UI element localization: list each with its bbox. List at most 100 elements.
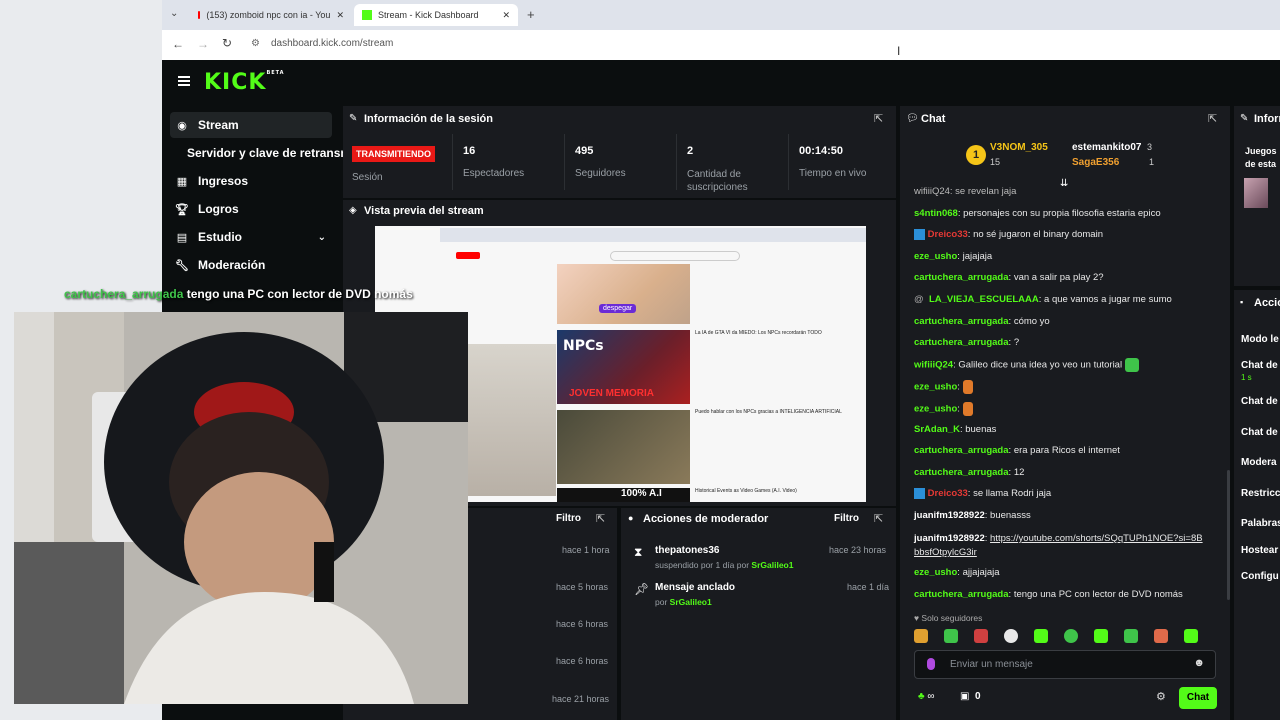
mod-by-user[interactable]: SrGalileo1	[751, 560, 793, 570]
chat-username[interactable]: cartuchera_arrugada	[914, 589, 1009, 600]
popout-icon[interactable]: ⇱	[874, 112, 883, 125]
chat-scrollbar[interactable]	[1227, 470, 1230, 600]
chat-input[interactable]: Enviar un mensaje ☻	[914, 650, 1216, 679]
gift-count-value: 0	[975, 691, 981, 702]
chat-message: cartuchera_arrugada: era para Ricos el i…	[914, 445, 1120, 456]
chat-input-placeholder: Enviar un mensaje	[950, 659, 1033, 670]
mod-action-user[interactable]: thepatones36	[655, 545, 719, 556]
reload-icon[interactable]: ↻	[222, 36, 232, 50]
emote-icon[interactable]	[1064, 629, 1078, 643]
sidebar-item-label: Moderación	[198, 258, 266, 272]
sidebar-item-label: Stream	[198, 118, 239, 132]
chat-username[interactable]: eze_usho	[914, 567, 957, 578]
forward-icon[interactable]: →	[197, 37, 209, 51]
emoji-icon[interactable]: ☻	[1193, 657, 1205, 669]
chat-username[interactable]: Dreico33	[928, 488, 968, 499]
mod-filter-button[interactable]: Filtro	[834, 513, 859, 524]
emote-icon[interactable]	[1094, 629, 1108, 643]
popout-icon[interactable]: ⇱	[1208, 112, 1217, 125]
sidebar-item-achievements[interactable]: 🏆︎ Logros	[170, 196, 332, 222]
viewers-label: Espectadores	[463, 168, 525, 179]
chat-username[interactable]: juanifm1928922	[914, 533, 985, 544]
emote-icon[interactable]	[1154, 629, 1168, 643]
chat-username[interactable]: Dreico33	[928, 229, 968, 240]
chat-message: Dreico33: se llama Rodri jaja	[914, 488, 1051, 499]
tab-list-chevron-icon[interactable]: ⌄	[170, 8, 178, 19]
site-info-icon[interactable]: ⚙	[251, 38, 260, 49]
microphone-icon[interactable]	[927, 658, 935, 670]
action-item[interactable]: Chat de	[1241, 396, 1278, 407]
video-title-3: Historical Events as Video Games (A.I. V…	[695, 488, 797, 494]
chat-username[interactable]: cartuchera_arrugada	[914, 467, 1009, 478]
chat-text: ?	[1013, 337, 1020, 348]
subscriber-badge-icon	[914, 229, 925, 240]
chat-username[interactable]: eze_usho	[914, 404, 957, 415]
close-icon[interactable]: ✕	[496, 10, 510, 21]
sidebar-item-moderation[interactable]: 🔧︎ Moderación	[170, 252, 332, 278]
infinity-points[interactable]: ♣ ∞	[918, 691, 934, 702]
chat-username[interactable]: eze_usho	[914, 251, 957, 262]
mod-by-user[interactable]: SrGalileo1	[670, 597, 712, 607]
sidebar-item-studio[interactable]: ▤ Estudio ⌄	[170, 224, 332, 250]
expand-icon[interactable]: ⇊	[1060, 178, 1068, 189]
emote-icon[interactable]	[914, 629, 928, 643]
emote-icon	[962, 380, 973, 394]
chat-username[interactable]: cartuchera_arrugada	[914, 272, 1009, 283]
chat-username[interactable]: cartuchera_arrugada	[914, 445, 1009, 456]
popout-icon[interactable]: ⇱	[874, 512, 883, 525]
chat-username[interactable]: LA_VIEJA_ESCUELAAA	[929, 294, 1039, 305]
menu-icon[interactable]	[178, 76, 190, 86]
chat-username[interactable]: wifiiiQ24	[914, 360, 953, 371]
game-cover[interactable]	[1244, 178, 1268, 208]
beta-label: BETA	[266, 70, 285, 76]
popout-icon[interactable]: ⇱	[596, 512, 605, 525]
url-field[interactable]: dashboard.kick.com/stream	[271, 38, 393, 49]
send-chat-button[interactable]: Chat	[1179, 687, 1217, 709]
gift-count[interactable]: ▣ 0	[960, 691, 981, 702]
action-item[interactable]: Palabras	[1241, 518, 1280, 529]
tab-youtube[interactable]: (153) zomboid npc con ia - You ✕	[190, 4, 352, 26]
action-item[interactable]: Restricc	[1241, 488, 1280, 499]
stream-preview-title: Vista previa del stream	[364, 205, 484, 217]
live-time-value: 00:14:50	[799, 145, 844, 157]
emote-icon[interactable]	[1004, 629, 1018, 643]
chat-username[interactable]: eze_usho	[914, 382, 957, 393]
action-item[interactable]: Configu	[1241, 571, 1279, 582]
gifter-name[interactable]: estemankito07	[1072, 142, 1141, 153]
close-icon[interactable]: ✕	[330, 10, 344, 21]
emote-icon[interactable]	[1034, 629, 1048, 643]
emote-icon[interactable]	[944, 629, 958, 643]
chat-message: s4ntin068: personajes con su propia filo…	[914, 208, 1161, 219]
emote-icon[interactable]	[1184, 629, 1198, 643]
preview-webcam	[468, 344, 556, 496]
mod-action-detail: suspendido por 1 día por SrGalileo1	[655, 560, 793, 570]
activity-filter-button[interactable]: Filtro	[556, 513, 581, 524]
activity-time: hace 5 horas	[556, 582, 609, 592]
action-item[interactable]: Chat de	[1241, 360, 1278, 371]
emote-icon[interactable]	[1124, 629, 1138, 643]
action-item[interactable]: Modera	[1241, 457, 1277, 468]
chat-username[interactable]: s4ntin068	[914, 208, 958, 219]
action-item[interactable]: Modo le	[1241, 334, 1279, 345]
action-item[interactable]: Chat de	[1241, 427, 1278, 438]
top-gifter-name[interactable]: V3NOM_305	[990, 142, 1048, 153]
action-item[interactable]: Hostear	[1241, 545, 1278, 556]
sidebar-item-revenue[interactable]: ▦ Ingresos	[170, 168, 332, 194]
back-icon[interactable]: ←	[172, 37, 184, 51]
chat-username[interactable]: cartuchera_arrugada	[914, 316, 1009, 327]
chat-overlay: cartuchera_arrugada tengo una PC con lec…	[64, 287, 413, 301]
sidebar-item-stream[interactable]: ◉ Stream	[170, 112, 332, 138]
chat-username[interactable]: SrAdan_K	[914, 424, 960, 435]
tab-kick-dashboard[interactable]: Stream - Kick Dashboard ✕	[354, 4, 518, 26]
kick-logo[interactable]: KICKBETA	[204, 70, 285, 95]
youtube-logo-icon	[456, 252, 480, 259]
gifter-name[interactable]: SagaE356	[1072, 157, 1119, 168]
emote-icon[interactable]	[974, 629, 988, 643]
gear-icon[interactable]: ⚙	[1156, 690, 1166, 703]
mod-action-title[interactable]: Mensaje anclado	[655, 582, 735, 593]
new-tab-button[interactable]: +	[527, 7, 535, 22]
chat-username[interactable]: juanifm1928922	[914, 510, 985, 521]
chat-username[interactable]: cartuchera_arrugada	[914, 337, 1009, 348]
sidebar-item-server-key[interactable]: Servidor y clave de retransm	[170, 140, 345, 166]
chat-message: eze_usho: ajjajajaja	[914, 567, 1000, 578]
